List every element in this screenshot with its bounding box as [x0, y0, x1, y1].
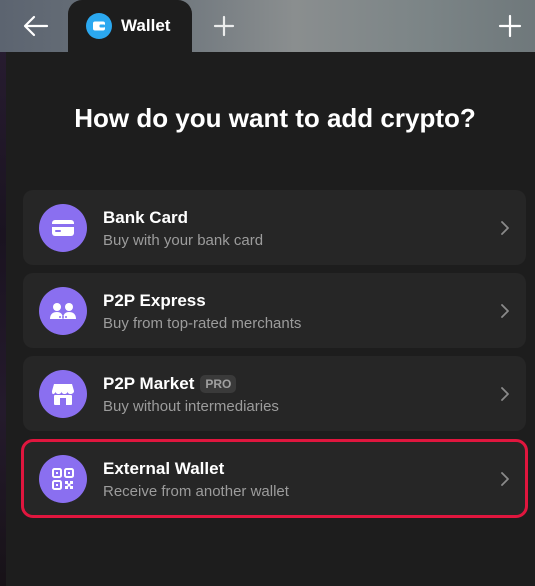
option-subtitle: Buy with your bank card: [103, 232, 264, 249]
option-title-text: P2P Express: [103, 291, 206, 310]
chevron-right-icon: [501, 387, 509, 401]
option-title: P2P Express: [103, 291, 206, 311]
arrow-left-icon: [23, 15, 49, 37]
option-title-text: Bank Card: [103, 208, 189, 227]
back-button[interactable]: [22, 12, 50, 40]
page-title: How do you want to add crypto?: [74, 103, 476, 133]
option-external-wallet[interactable]: External Wallet Receive from another wal…: [21, 439, 528, 518]
tab-label: Wallet: [121, 16, 171, 35]
wallet-icon: [86, 13, 112, 39]
plus-icon: [213, 15, 235, 37]
new-tab-button[interactable]: [210, 12, 238, 40]
window-left-edge: [0, 0, 6, 586]
chevron-right-icon: [501, 221, 509, 235]
wallet-window: Wallet How do you want to add crypto? Ba…: [0, 0, 535, 586]
option-subtitle: Buy without intermediaries: [103, 398, 279, 415]
option-subtitle: Receive from another wallet: [103, 483, 289, 500]
store-icon: [39, 370, 87, 418]
chevron-right-icon: [501, 304, 509, 318]
pro-badge: PRO: [200, 375, 237, 393]
credit-card-icon: [39, 204, 87, 252]
chevron-right-icon: [501, 472, 509, 486]
option-title: P2P Market PRO: [103, 374, 237, 394]
option-title: External Wallet: [103, 459, 224, 479]
corner-button[interactable]: [496, 12, 524, 40]
add-crypto-options: Bank Card Buy with your bank card P2P Ex…: [21, 190, 528, 524]
corner-cross-icon: [498, 14, 522, 38]
option-title-text: External Wallet: [103, 459, 225, 478]
option-subtitle: Buy from top-rated merchants: [103, 315, 302, 332]
qr-code-icon: [39, 455, 87, 503]
users-icon: [39, 287, 87, 335]
option-title: Bank Card: [103, 208, 188, 228]
tab-wallet[interactable]: Wallet: [68, 0, 192, 52]
tab-bar: Wallet: [0, 0, 535, 52]
option-p2p-market[interactable]: P2P Market PRO Buy without intermediarie…: [23, 356, 526, 431]
option-title-text: P2P Market: [103, 374, 195, 393]
option-p2p-express[interactable]: P2P Express Buy from top-rated merchants: [23, 273, 526, 348]
option-bank-card[interactable]: Bank Card Buy with your bank card: [23, 190, 526, 265]
